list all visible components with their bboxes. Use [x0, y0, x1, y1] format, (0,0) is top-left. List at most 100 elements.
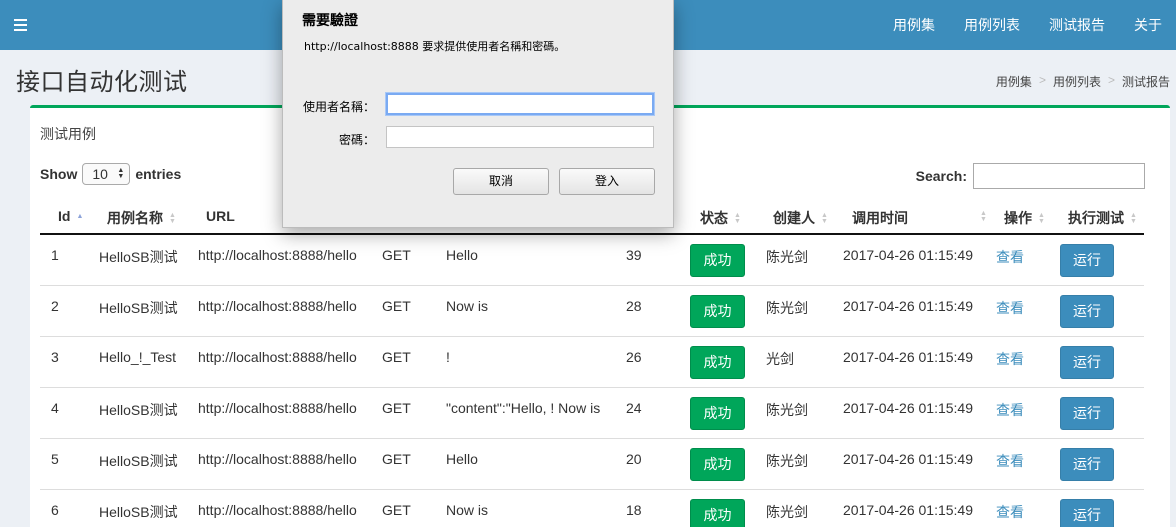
show-label: Show — [40, 166, 78, 182]
cell-expect: Hello — [446, 451, 478, 467]
page-length-value: 10 — [92, 166, 108, 182]
nav-link-about[interactable]: 关于 — [1119, 0, 1176, 50]
column-header-status[interactable]: 状态 ▲ ▼ — [700, 208, 741, 228]
status-badge: 成功 — [690, 499, 745, 527]
cell-creator: 光剑 — [766, 351, 794, 367]
column-header-time[interactable]: 调用时间 — [852, 208, 908, 228]
run-button[interactable]: 运行 — [1060, 346, 1114, 379]
table-row: 2 HelloSB测试 http://localhost:8888/hello GET… — [40, 286, 1144, 337]
view-link[interactable]: 查看 — [996, 247, 1024, 267]
cell-time: 2017-04-26 01:15:49 — [843, 247, 973, 263]
cell-id: 4 — [51, 400, 59, 416]
cell-method: GET — [382, 451, 411, 467]
run-button[interactable]: 运行 — [1060, 295, 1114, 328]
column-header-action[interactable]: 操作 ▲ ▼ — [1004, 208, 1045, 228]
cell-expect: Now is — [446, 502, 489, 518]
cell-url: http://localhost:8888/hello — [198, 400, 357, 416]
column-header-name[interactable]: 用例名称 ▲ ▼ — [107, 208, 176, 228]
cell-expect: Now is — [446, 298, 489, 314]
cell-url: http://localhost:8888/hello — [198, 502, 357, 518]
sort-both-icon: ▲ ▼ — [734, 212, 741, 226]
breadcrumb-separator: > — [1038, 73, 1046, 87]
status-badge: 成功 — [690, 397, 745, 430]
cell-time: 2017-04-26 01:15:49 — [843, 502, 973, 518]
cell-url: http://localhost:8888/hello — [198, 298, 357, 314]
nav-link-cases[interactable]: 用例集 — [878, 0, 949, 50]
run-button[interactable]: 运行 — [1060, 499, 1114, 527]
cell-id: 1 — [51, 247, 59, 263]
breadcrumb-item-cases[interactable]: 用例集 — [996, 73, 1032, 90]
view-link[interactable]: 查看 — [996, 451, 1024, 471]
page-length-select[interactable]: 10 ▲ ▼ — [82, 163, 131, 185]
view-link[interactable]: 查看 — [996, 298, 1024, 318]
cell-name: HelloSB测试 — [99, 249, 178, 265]
sort-both-icon: ▲ ▼ — [821, 212, 828, 226]
sort-icon-time[interactable]: ▲ ▼ — [974, 208, 987, 224]
cell-time: 2017-04-26 01:15:49 — [843, 400, 973, 416]
view-link[interactable]: 查看 — [996, 502, 1024, 522]
login-button[interactable]: 登入 — [559, 168, 655, 195]
cell-method: GET — [382, 400, 411, 416]
run-button[interactable]: 运行 — [1060, 397, 1114, 430]
cell-time: 2017-04-26 01:15:49 — [843, 349, 973, 365]
view-link[interactable]: 查看 — [996, 349, 1024, 369]
cell-count: 39 — [626, 247, 642, 263]
status-badge: 成功 — [690, 244, 745, 277]
cell-url: http://localhost:8888/hello — [198, 451, 357, 467]
hamburger-menu-icon[interactable] — [14, 15, 30, 35]
table-row: 4 HelloSB测试 http://localhost:8888/hello GET… — [40, 388, 1144, 439]
column-header-url[interactable]: URL — [206, 208, 235, 224]
sort-both-icon: ▲ ▼ — [1038, 212, 1045, 226]
cell-expect: "content":"Hello, ! Now is — [446, 400, 601, 416]
nav-links: 用例集 用例列表 测试报告 关于 — [878, 0, 1176, 50]
cell-id: 2 — [51, 298, 59, 314]
dialog-message: http://localhost:8888 要求提供使用者名稱和密碼。 — [304, 40, 566, 53]
page-length-control: Show 10 ▲ ▼ entries — [40, 163, 181, 185]
cell-name: HelloSB测试 — [99, 504, 178, 520]
nav-link-case-list[interactable]: 用例列表 — [949, 0, 1034, 50]
status-badge: 成功 — [690, 448, 745, 481]
select-arrows-icon: ▲ ▼ — [117, 167, 125, 180]
search-control: Search: — [916, 163, 1145, 189]
cell-url: http://localhost:8888/hello — [198, 349, 357, 365]
nav-link-report[interactable]: 测试报告 — [1034, 0, 1119, 50]
column-header-id[interactable]: Id ▲ — [58, 208, 83, 224]
column-header-run[interactable]: 执行测试 ▲ ▼ — [1068, 208, 1137, 228]
search-label: Search: — [915, 168, 967, 184]
cell-creator: 陈光剑 — [766, 249, 808, 265]
breadcrumb-item-case-list[interactable]: 用例列表 — [1053, 73, 1101, 90]
cell-creator: 陈光剑 — [766, 402, 808, 418]
cell-time: 2017-04-26 01:15:49 — [843, 298, 973, 314]
run-button[interactable]: 运行 — [1060, 244, 1114, 277]
box-title: 测试用例 — [40, 126, 96, 142]
auth-dialog: 需要驗證 http://localhost:8888 要求提供使用者名稱和密碼。… — [282, 0, 674, 228]
sort-both-icon: ▲ ▼ — [169, 212, 176, 226]
entries-label: entries — [135, 166, 182, 182]
cell-time: 2017-04-26 01:15:49 — [843, 451, 973, 467]
cell-id: 3 — [51, 349, 59, 365]
password-field[interactable] — [386, 126, 654, 148]
breadcrumb-item-report[interactable]: 测试报告 — [1122, 73, 1170, 90]
cell-name: HelloSB测试 — [99, 453, 178, 469]
cell-expect: ! — [446, 349, 450, 365]
username-label: 使用者名稱： — [302, 100, 375, 114]
cell-id: 5 — [51, 451, 59, 467]
search-input[interactable] — [973, 163, 1145, 189]
cell-url: http://localhost:8888/hello — [198, 247, 357, 263]
status-badge: 成功 — [690, 346, 745, 379]
cell-method: GET — [382, 247, 411, 263]
view-link[interactable]: 查看 — [996, 400, 1024, 420]
run-button[interactable]: 运行 — [1060, 448, 1114, 481]
column-header-creator[interactable]: 创建人 ▲ ▼ — [773, 208, 828, 228]
cell-method: GET — [382, 349, 411, 365]
sort-both-icon: ▲ ▼ — [1130, 212, 1137, 226]
page-title: 接口自动化测试 — [16, 69, 188, 96]
cell-count: 24 — [626, 400, 642, 416]
cell-count: 28 — [626, 298, 642, 314]
table-row: 3 Hello_!_Test http://localhost:8888/hello… — [40, 337, 1144, 388]
cancel-button[interactable]: 取消 — [453, 168, 549, 195]
cell-method: GET — [382, 298, 411, 314]
breadcrumb: 用例集 > 用例列表 > 测试报告 — [996, 73, 1170, 90]
cell-count: 20 — [626, 451, 642, 467]
username-field[interactable] — [386, 93, 654, 115]
